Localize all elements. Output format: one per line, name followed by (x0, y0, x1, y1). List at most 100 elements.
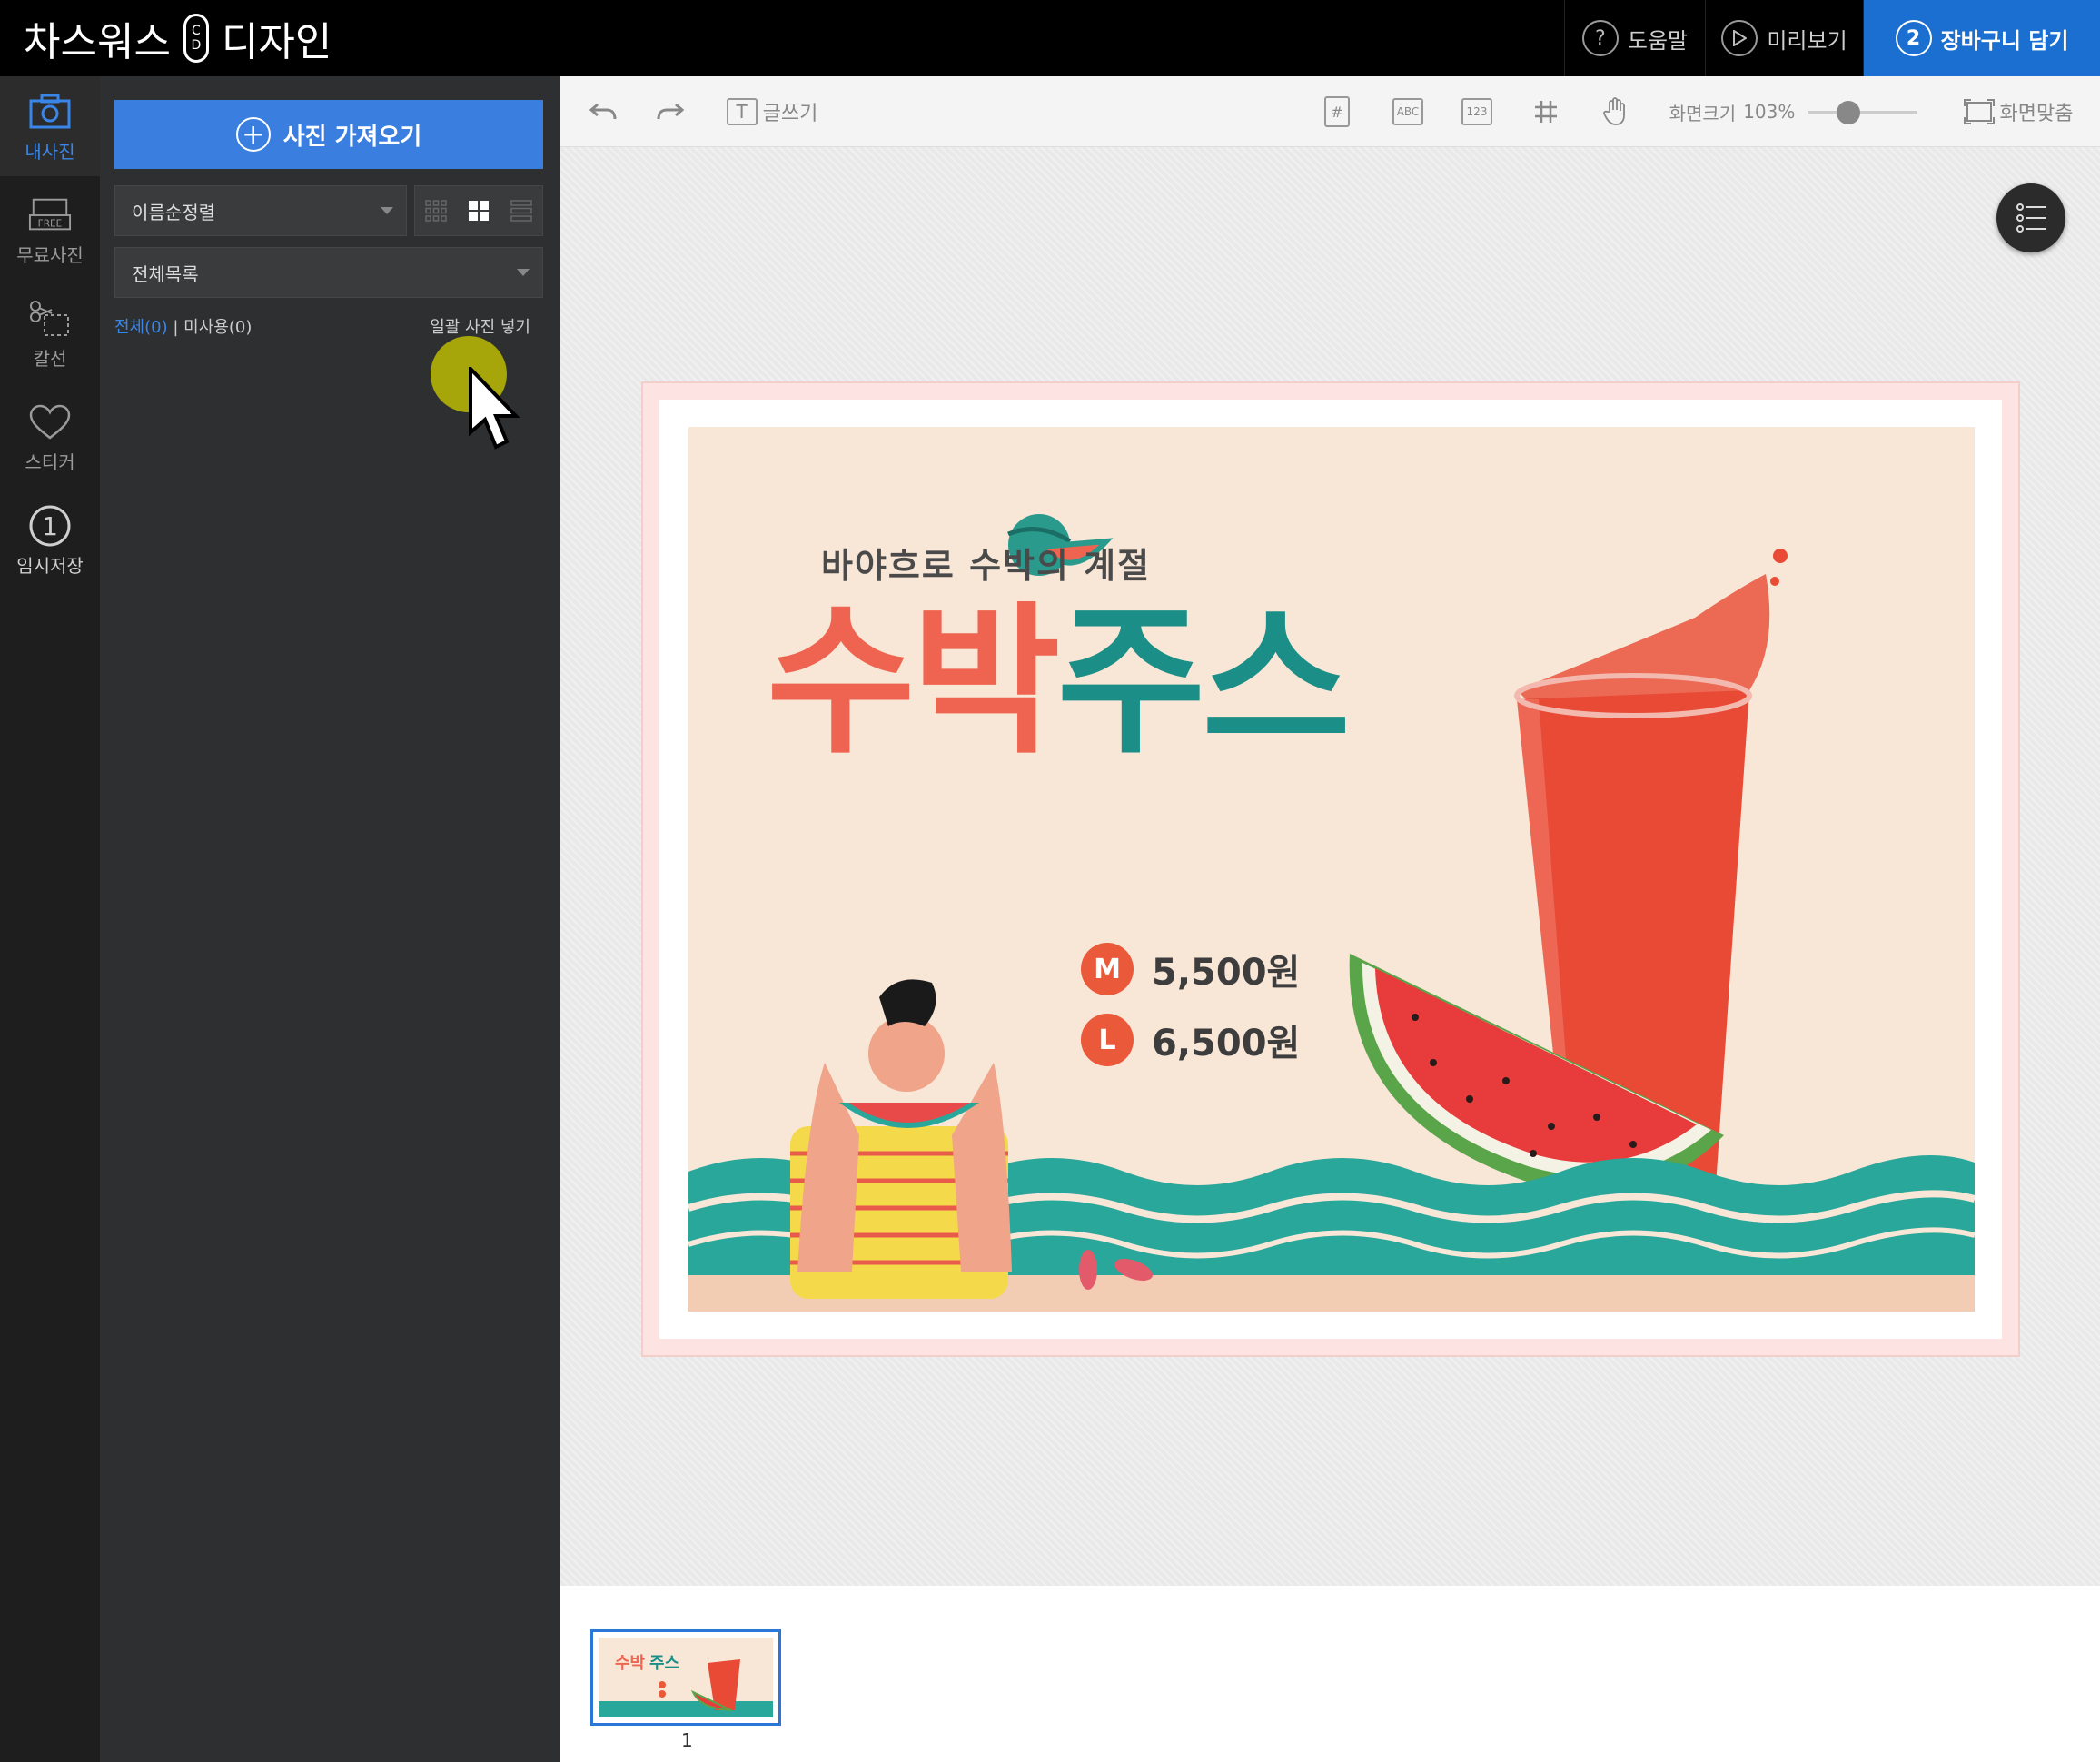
rail-item-free-photos[interactable]: FREE 무료사진 (0, 180, 100, 280)
help-button[interactable]: ? 도움말 (1564, 0, 1705, 76)
person-eating-watermelon (790, 979, 1012, 1299)
rail-item-temp-save[interactable]: 1 임시저장 (0, 490, 100, 590)
bulk-insert-link[interactable]: 일괄 사진 넣기 (430, 314, 530, 338)
page-thumbnail-preview: 수박 주스 (599, 1638, 773, 1717)
redo-button[interactable] (645, 76, 696, 147)
rail-label: 무료사진 (16, 243, 84, 266)
undo-button[interactable] (578, 76, 629, 147)
price-value: 6,500원 (1152, 1023, 1301, 1064)
numbering-icon: 123 (1461, 98, 1492, 125)
svg-text:주스: 주스 (649, 1654, 679, 1673)
brand-mark-bottom: D (191, 38, 202, 53)
filter-separator: | (173, 318, 179, 337)
text-tool-button[interactable]: T 글쓰기 (721, 76, 823, 147)
list-view-icon[interactable] (510, 200, 532, 222)
poster-safe-area: 바야흐로 수박의 계절 수박주스 M 5,500원 L 6,500원 (659, 400, 2002, 1339)
page-number-icon: # (1324, 96, 1350, 127)
zoom-slider-handle[interactable] (1837, 101, 1860, 124)
thumbnail-illustration: 수박 주스 (599, 1654, 773, 1717)
brand-logo: 차스워스 C D 디자인 (24, 9, 332, 67)
hand-icon (1603, 97, 1625, 125)
grid-button[interactable] (1519, 76, 1573, 147)
chevron-down-icon (381, 207, 393, 214)
heart-icon (28, 401, 72, 444)
rail-item-sticker[interactable]: 스티커 (0, 387, 100, 487)
help-label: 도움말 (1627, 27, 1689, 54)
abc-icon: ABC (1392, 98, 1423, 125)
add-to-cart-button[interactable]: 2 장바구니 담기 (1863, 0, 2100, 76)
cart-label: 장바구니 담기 (1940, 27, 2069, 54)
svg-text:1: 1 (42, 511, 58, 541)
zoom-label-group: 화면크기 103% (1664, 76, 1800, 147)
save-draft-icon: 1 (28, 504, 72, 548)
import-photos-button[interactable]: + 사진 가져오기 (114, 100, 543, 169)
question-icon: ? (1581, 20, 1619, 56)
brand-mark-icon: C D (183, 14, 209, 63)
price-row-large[interactable]: L 6,500원 (1081, 1014, 1300, 1066)
fit-screen-label: 화면맞춤 (1999, 103, 2074, 125)
brand-name: 차스워스 (24, 19, 171, 65)
page-thumbnail[interactable]: 수박 주스 (590, 1629, 781, 1726)
page-number-label: 1 (681, 1729, 693, 1751)
size-badge: M (1081, 943, 1134, 995)
text-tool-label: 글쓰기 (762, 103, 818, 125)
view-mode-toggle (414, 185, 543, 236)
sort-value: 이름순정렬 (132, 201, 215, 223)
price-value: 5,500원 (1152, 952, 1301, 994)
preview-label: 미리보기 (1767, 27, 1847, 54)
poster-title[interactable]: 수박주스 (767, 596, 1351, 768)
sort-select[interactable]: 이름순정렬 (114, 185, 407, 236)
preview-button[interactable]: 미리보기 (1705, 0, 1863, 76)
editor-toolbar: T 글쓰기 # ABC 123 화면크기 103% 화면맞춤 (560, 76, 2100, 147)
zoom-slider[interactable] (1808, 111, 1917, 114)
tool-rail: 내사진 FREE 무료사진 칼선 스티커 1 임시저장 (0, 76, 100, 1762)
import-label: 사진 가져오기 (282, 123, 422, 151)
plus-circle-icon: + (235, 117, 271, 152)
small-grid-icon[interactable] (425, 200, 448, 222)
chevron-down-icon (517, 269, 530, 276)
design-canvas-area: 바야흐로 수박의 계절 수박주스 M 5,500원 L 6,500원 (560, 147, 2100, 1586)
svg-text:FREE: FREE (38, 218, 63, 229)
abc-button[interactable]: ABC (1381, 76, 1435, 147)
rail-label: 내사진 (25, 140, 75, 163)
page-thumbnails-strip: 수박 주스 1 (560, 1586, 2100, 1762)
folder-value: 전체목록 (132, 262, 199, 285)
brand-mark-top: C (192, 24, 201, 38)
top-bar: 차스워스 C D 디자인 ? 도움말 미리보기 2 장바구니 담기 (0, 0, 2100, 76)
folder-select[interactable]: 전체목록 (114, 247, 543, 298)
filter-unused-link[interactable]: 미사용(0) (183, 318, 252, 337)
redo-icon (657, 103, 685, 120)
text-icon: T (726, 98, 758, 125)
layers-list-button[interactable] (1996, 183, 2065, 252)
undo-icon (589, 103, 617, 120)
camera-icon (28, 90, 72, 134)
large-grid-icon[interactable] (468, 200, 490, 222)
list-icon (2016, 203, 2046, 233)
size-badge: L (1081, 1014, 1134, 1066)
rail-item-cut-line[interactable]: 칼선 (0, 283, 100, 383)
zoom-value: 103% (1743, 101, 1796, 123)
photo-panel: + 사진 가져오기 이름순정렬 전체목록 전체(0) | 미사용(0) 일괄 사… (100, 76, 560, 1762)
zoom-label: 화면크기 (1669, 102, 1737, 124)
rail-item-my-photos[interactable]: 내사진 (0, 76, 100, 176)
poster-bleed-area: 바야흐로 수박의 계절 수박주스 M 5,500원 L 6,500원 (641, 381, 2020, 1357)
fit-screen-button[interactable]: 화면맞춤 (1955, 76, 2082, 147)
numbering-button[interactable]: 123 (1450, 76, 1504, 147)
scissors-icon (28, 297, 72, 341)
grid-icon (1535, 101, 1557, 123)
rail-label: 스티커 (25, 450, 75, 473)
poster-subtitle[interactable]: 바야흐로 수박의 계절 (821, 538, 1151, 588)
page-number-button[interactable]: # (1310, 76, 1364, 147)
filter-all-link[interactable]: 전체(0) (114, 318, 168, 337)
poster-design[interactable]: 바야흐로 수박의 계절 수박주스 M 5,500원 L 6,500원 (688, 427, 1975, 1312)
brand-suffix: 디자인 (221, 19, 332, 65)
hand-tool-button[interactable] (1588, 76, 1642, 147)
poster-title-part1: 수박 (767, 588, 1061, 776)
fit-screen-icon (1963, 99, 1995, 124)
poster-title-part2: 주스 (1056, 588, 1352, 776)
play-icon (1721, 20, 1758, 56)
mouse-cursor-icon (469, 367, 520, 450)
price-row-medium[interactable]: M 5,500원 (1081, 943, 1300, 995)
rail-label: 칼선 (33, 347, 67, 370)
step-two-icon: 2 (1895, 20, 1932, 56)
